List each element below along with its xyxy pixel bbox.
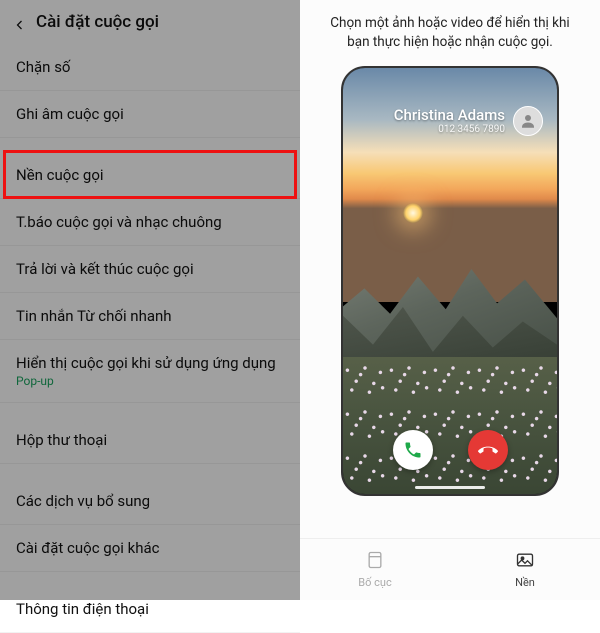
call-settings-screen: Cài đặt cuộc gọi Chặn số Ghi âm cuộc gọi… [0, 0, 300, 600]
row-call-background[interactable]: Nền cuộc gọi [0, 152, 300, 199]
image-icon [515, 550, 535, 573]
row-call-display[interactable]: Hiển thị cuộc gọi khi sử dụng ứng dụng P… [0, 340, 300, 403]
section-gap [0, 572, 300, 586]
back-icon[interactable] [14, 16, 26, 28]
description-text: Chọn một ảnh hoặc video để hiển thị khi … [300, 0, 600, 62]
row-block-numbers[interactable]: Chặn số [0, 44, 300, 91]
row-answer-end[interactable]: Trả lời và kết thúc cuộc gọi [0, 246, 300, 293]
row-about-phone[interactable]: Thông tin điện thoại [0, 586, 300, 633]
section-gap [0, 138, 300, 152]
row-voicemail[interactable]: Hộp thư thoại [0, 417, 300, 464]
layout-icon [365, 550, 385, 573]
caller-number: 012 3456 7890 [394, 124, 505, 135]
bottom-nav: Bố cục Nền [300, 538, 600, 600]
call-buttons [343, 430, 557, 470]
section-gap [0, 403, 300, 417]
decline-call-button[interactable] [468, 430, 508, 470]
row-record-calls[interactable]: Ghi âm cuộc gọi [0, 91, 300, 138]
row-supplementary[interactable]: Các dịch vụ bổ sung [0, 478, 300, 525]
section-gap [0, 464, 300, 478]
phone-preview: Christina Adams 012 3456 7890 [341, 66, 559, 496]
accept-call-button[interactable] [393, 430, 433, 470]
caller-name: Christina Adams [394, 106, 505, 124]
home-indicator [415, 486, 485, 489]
nav-background[interactable]: Nền [450, 539, 600, 600]
header: Cài đặt cuộc gọi [0, 0, 300, 44]
row-other-settings[interactable]: Cài đặt cuộc gọi khác [0, 525, 300, 572]
caller-info: Christina Adams 012 3456 7890 [394, 106, 543, 136]
call-background-screen: Chọn một ảnh hoặc video để hiển thị khi … [300, 0, 600, 600]
avatar [513, 106, 543, 136]
nav-layout[interactable]: Bố cục [300, 539, 450, 600]
settings-list: Chặn số Ghi âm cuộc gọi Nền cuộc gọi T.b… [0, 44, 300, 633]
page-title: Cài đặt cuộc gọi [36, 12, 159, 32]
row-quick-decline[interactable]: Tin nhắn Từ chối nhanh [0, 293, 300, 340]
row-alerts-ringtones[interactable]: T.báo cuộc gọi và nhạc chuông [0, 199, 300, 246]
row-subtitle: Pop-up [16, 374, 284, 388]
